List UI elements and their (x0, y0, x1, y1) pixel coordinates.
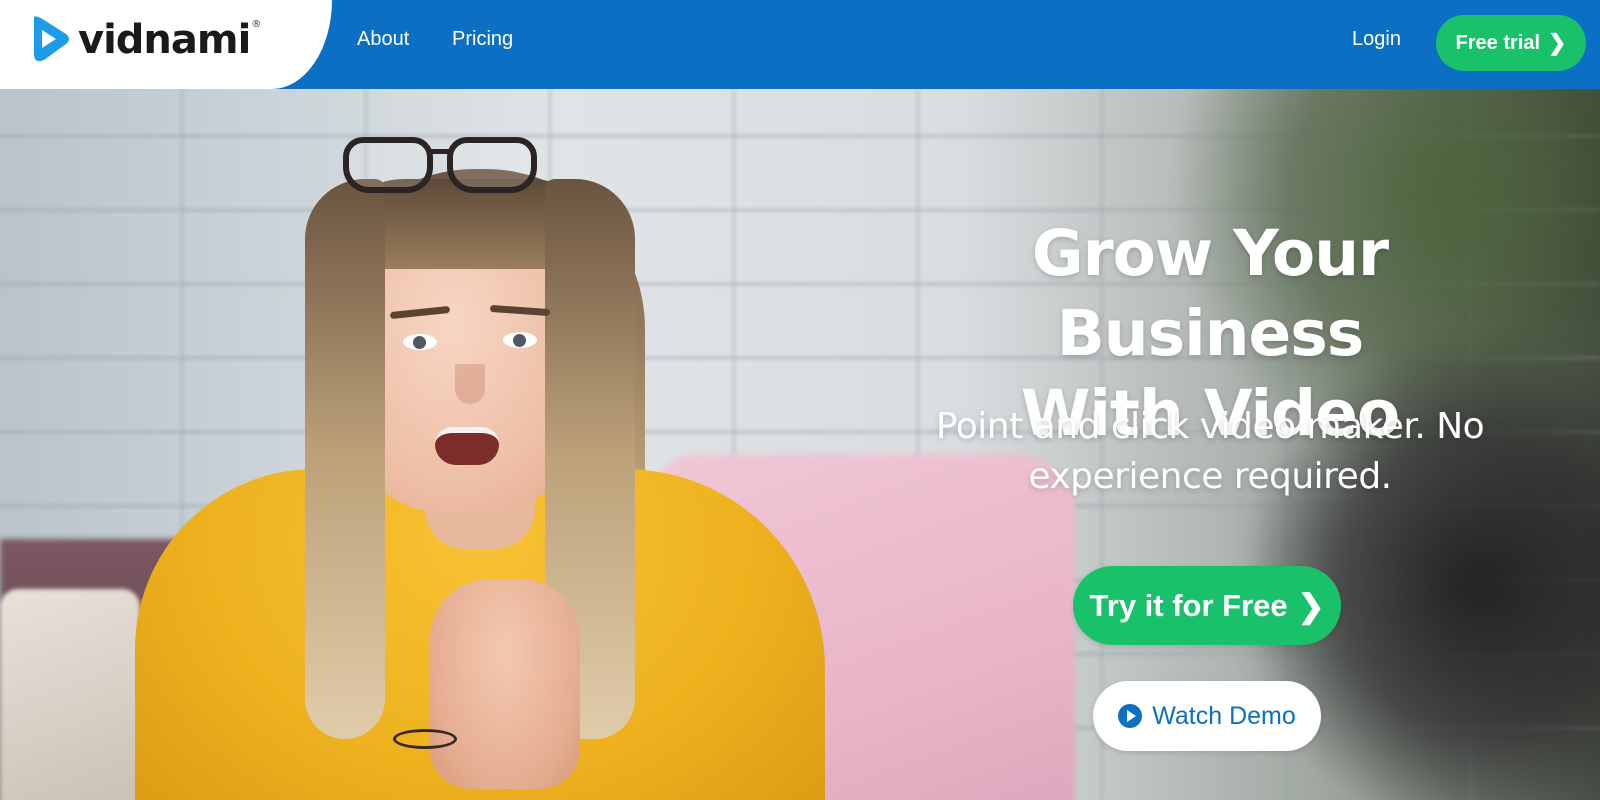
eye (403, 334, 437, 350)
nose (455, 364, 485, 404)
registered-mark: ® (251, 18, 262, 30)
logo[interactable]: vidnami ® (30, 14, 261, 66)
nav-link-about[interactable]: About (357, 28, 409, 51)
watch-demo-label: Watch Demo (1152, 701, 1296, 730)
hero-title-line-1: Grow Your Business (1031, 217, 1389, 370)
woman-figure (125, 109, 825, 800)
watch-demo-button[interactable]: Watch Demo (1093, 681, 1321, 751)
hero-background-image: Grow Your Business With Video Point and … (0, 89, 1600, 800)
try-it-for-free-button[interactable]: Try it for Free ❯ (1073, 566, 1341, 645)
clasped-hands (430, 579, 580, 789)
eye (503, 332, 537, 348)
mouth (435, 427, 499, 465)
free-trial-label: Free trial (1455, 31, 1541, 54)
login-link[interactable]: Login (1352, 28, 1401, 51)
free-trial-button[interactable]: Free trial ❯ (1436, 15, 1586, 71)
decorative-pillow (0, 589, 140, 800)
try-it-for-free-label: Try it for Free (1089, 587, 1288, 623)
logo-container: vidnami ® (0, 0, 332, 89)
top-navbar: vidnami ® About Pricing Login Free trial… (0, 0, 1600, 89)
chevron-right-icon: ❯ (1548, 30, 1567, 55)
play-circle-icon (1118, 704, 1143, 728)
bracelet (393, 729, 457, 749)
chevron-right-icon: ❯ (1297, 587, 1325, 624)
landing-page: Grow Your Business With Video Point and … (0, 0, 1600, 800)
glasses-icon (343, 127, 537, 193)
nav-link-pricing[interactable]: Pricing (452, 28, 513, 51)
hair-left (305, 179, 385, 739)
vidnami-logo-icon (34, 16, 69, 62)
hero-subtitle: Point and click video maker. No experien… (880, 402, 1540, 502)
hero-subtitle-line-1: Point and click video maker. No (935, 406, 1485, 447)
hero-subtitle-line-2: experience required. (1028, 456, 1392, 497)
brand-name: vidnami (78, 17, 251, 63)
